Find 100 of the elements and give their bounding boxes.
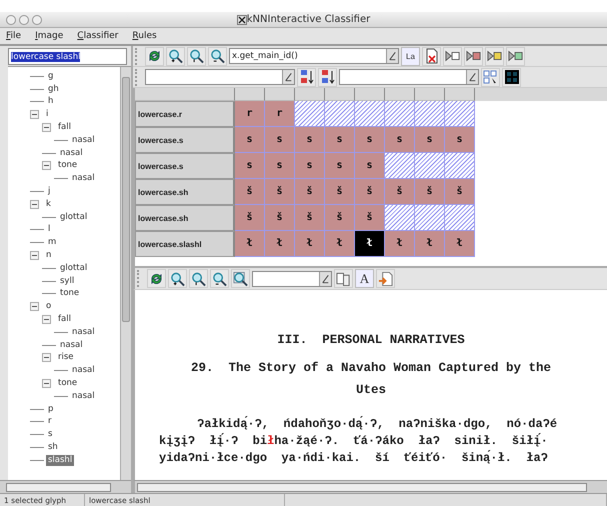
menu-item[interactable]: Rules — [132, 31, 157, 41]
tree-item[interactable]: nasal — [70, 173, 97, 184]
zoom-in-icon[interactable] — [168, 269, 187, 288]
glyph-cell[interactable]: š — [235, 179, 265, 205]
tree-item[interactable]: nasal — [58, 148, 85, 159]
glyph-cell[interactable]: š — [265, 205, 295, 231]
export-icon[interactable] — [376, 269, 395, 288]
collapse-icon[interactable] — [42, 123, 51, 132]
tree-item[interactable]: slashl — [46, 454, 74, 466]
glyph-cell[interactable]: s — [325, 153, 355, 179]
tree-item[interactable]: s — [46, 429, 54, 440]
glyph-cell[interactable]: s — [265, 127, 295, 153]
tree-item[interactable]: p — [46, 404, 56, 415]
tree-item[interactable]: h — [46, 96, 56, 108]
glyph-cell[interactable]: s — [295, 127, 325, 153]
tree-item[interactable]: l — [46, 224, 52, 236]
glyph-cell[interactable]: š — [445, 179, 475, 205]
tree-item[interactable]: i — [44, 109, 50, 120]
glyph-cell[interactable]: š — [295, 205, 325, 231]
glyph-cell[interactable]: ł — [235, 231, 265, 257]
tree-item[interactable]: syll — [58, 276, 76, 287]
tree-item[interactable]: glottal — [58, 262, 90, 274]
glyph-cell[interactable]: š — [355, 179, 385, 205]
glyph-cell[interactable]: s — [295, 153, 325, 179]
zoom-field[interactable] — [252, 270, 332, 286]
toolbar-grip[interactable] — [135, 68, 140, 86]
play-square-icon[interactable] — [443, 46, 462, 66]
glyph-cell[interactable]: ł — [325, 231, 355, 257]
glyph-cell[interactable]: ł — [445, 231, 475, 257]
dropdown-arrow-icon[interactable] — [386, 49, 398, 63]
tree-item[interactable]: r — [46, 416, 54, 428]
glyph-cell[interactable]: ł — [265, 231, 295, 257]
collapse-icon[interactable] — [42, 353, 51, 362]
tree-item[interactable]: fall — [56, 314, 73, 326]
label-button[interactable]: La — [401, 46, 420, 66]
copy-icon[interactable] — [334, 269, 353, 288]
glyph-cell[interactable]: ł — [415, 231, 445, 257]
sort-descending-icon[interactable] — [318, 68, 337, 86]
play-square-icon[interactable] — [464, 46, 483, 66]
tree-item[interactable]: j — [46, 186, 52, 198]
horizontal-scrollbar[interactable] — [133, 480, 607, 493]
tree-item[interactable]: fall — [56, 122, 73, 134]
glyph-cell[interactable]: s — [235, 127, 265, 153]
glyph-cell[interactable]: s — [415, 127, 445, 153]
glyph-cell[interactable]: ł — [385, 231, 415, 257]
glyph-cell[interactable]: ł — [355, 231, 385, 257]
expression-field[interactable]: x.get_main_id() — [229, 48, 399, 64]
glyph-cell[interactable]: s — [325, 127, 355, 153]
tree-item[interactable]: tone — [56, 160, 80, 172]
refresh-icon[interactable] — [147, 269, 166, 288]
symbol-field[interactable]: lowercase slashl — [8, 48, 127, 65]
filter-field[interactable] — [339, 69, 479, 85]
menu-item[interactable]: File — [6, 31, 22, 41]
glyph-cell[interactable]: s — [355, 153, 385, 179]
tree-item[interactable]: nasal — [58, 340, 85, 351]
glyph-cell[interactable]: ł — [295, 231, 325, 257]
collapse-icon[interactable] — [42, 315, 51, 324]
glyph-cell[interactable]: š — [325, 179, 355, 205]
glyph-cell[interactable]: š — [355, 205, 385, 231]
collapse-icon[interactable] — [42, 379, 51, 388]
tree-item[interactable]: m — [46, 237, 58, 248]
sort-ascending-icon[interactable] — [297, 68, 316, 86]
tree-item[interactable]: g — [46, 70, 56, 82]
tree-item[interactable]: sh — [46, 442, 60, 453]
tree-item[interactable]: gh — [46, 84, 61, 95]
glyph-cell[interactable]: š — [265, 179, 295, 205]
glyph-cell[interactable]: š — [325, 205, 355, 231]
menu-item[interactable]: Classifier — [77, 31, 118, 41]
tree-item[interactable]: glottal — [58, 212, 90, 223]
grid-icon[interactable] — [502, 68, 521, 86]
glyph-cell[interactable]: š — [415, 179, 445, 205]
collapse-icon[interactable] — [30, 251, 39, 260]
toolbar-grip[interactable] — [137, 270, 142, 287]
tree-item[interactable]: nasal — [70, 134, 97, 146]
collapse-icon[interactable] — [30, 200, 39, 209]
tree-item[interactable]: o — [44, 301, 54, 312]
tree-item[interactable]: n — [44, 250, 54, 262]
glyph-cell[interactable]: š — [295, 179, 325, 205]
glyph-cell[interactable]: r — [265, 101, 295, 127]
delete-file-icon[interactable] — [422, 46, 441, 66]
collapse-icon[interactable] — [30, 302, 39, 312]
zoom-reset-icon[interactable] — [189, 269, 208, 288]
collapse-icon[interactable] — [30, 110, 39, 120]
glyph-cell[interactable]: s — [445, 127, 475, 153]
font-button[interactable]: A — [355, 269, 374, 288]
glyph-cell[interactable]: s — [265, 153, 295, 179]
tree-item[interactable]: nasal — [70, 326, 97, 338]
glyph-cell[interactable]: s — [235, 153, 265, 179]
zoom-out-icon[interactable] — [208, 46, 227, 66]
refresh-icon[interactable] — [145, 46, 164, 66]
toolbar-grip[interactable] — [135, 48, 140, 64]
tree-item[interactable]: nasal — [70, 365, 97, 376]
zoom-reset-icon[interactable] — [187, 46, 206, 66]
glyph-cell[interactable]: s — [355, 127, 385, 153]
collapse-icon[interactable] — [42, 161, 51, 170]
glyph-cell[interactable]: š — [385, 179, 415, 205]
dropdown-arrow-icon[interactable] — [466, 70, 478, 84]
tree-item[interactable]: k — [44, 198, 53, 210]
menu-item[interactable]: Image — [35, 31, 64, 41]
tree-item[interactable]: nasal — [70, 390, 97, 402]
